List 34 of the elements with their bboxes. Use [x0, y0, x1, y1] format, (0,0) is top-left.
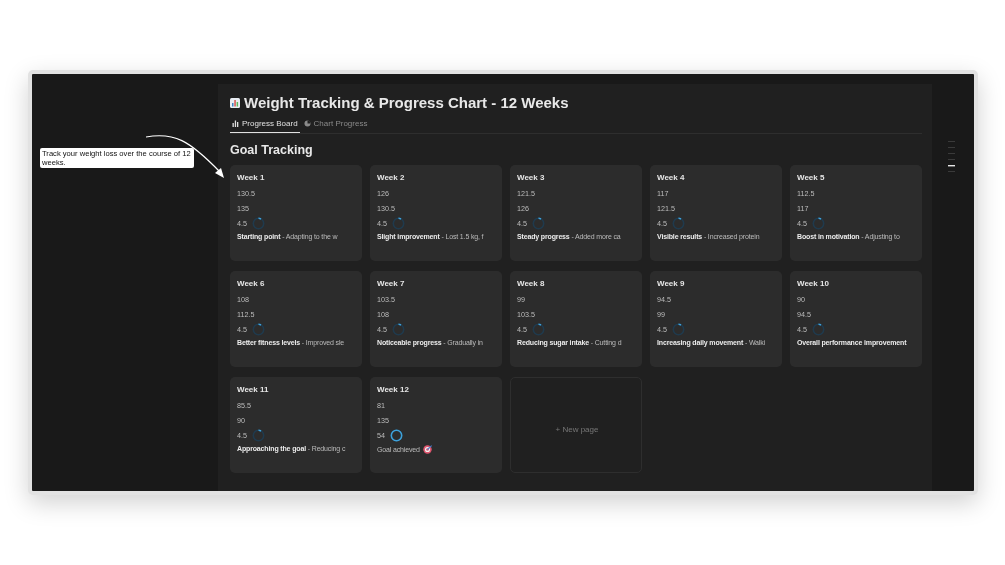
progress-ring	[392, 323, 405, 336]
pie-chart-icon	[303, 120, 311, 127]
card-title: Week 5	[797, 173, 826, 182]
card-title: Week 2	[377, 173, 406, 182]
card-title: Week 6	[237, 279, 266, 288]
progress-ring	[252, 429, 265, 442]
view-tab[interactable]: Chart Progress	[301, 117, 370, 133]
progress-ring	[812, 217, 825, 230]
section-heading: Goal Tracking	[230, 143, 314, 157]
progress-ring	[392, 217, 405, 230]
progress-ring	[390, 429, 403, 442]
progress-ring	[812, 323, 825, 336]
progress-ring	[532, 323, 545, 336]
card-title: Week 3	[517, 173, 546, 182]
card-title: Week 8	[517, 279, 546, 288]
card-title: Week 10	[797, 279, 830, 288]
bar-chart-icon	[230, 97, 240, 108]
progress-ring	[252, 217, 265, 230]
progress-ring	[672, 217, 685, 230]
page-title: Weight Tracking & Progress Chart - 12 Weeks	[244, 94, 569, 111]
card-title: Week 12	[377, 385, 410, 394]
card-title: Week 11	[237, 385, 270, 394]
bar-chart-icon	[232, 120, 239, 127]
target-icon	[422, 445, 432, 454]
card-title: Week 4	[657, 173, 686, 182]
card-title: Week 9	[657, 279, 686, 288]
card-title: Week 7	[377, 279, 406, 288]
view-tab[interactable]: Progress Board	[230, 117, 300, 133]
scroll-markers-drawing	[948, 140, 958, 174]
progress-ring	[532, 217, 545, 230]
progress-ring	[252, 323, 265, 336]
new-page-button[interactable]: + New page	[510, 377, 642, 473]
progress-ring	[672, 323, 685, 336]
card-title: Week 1	[237, 173, 266, 182]
